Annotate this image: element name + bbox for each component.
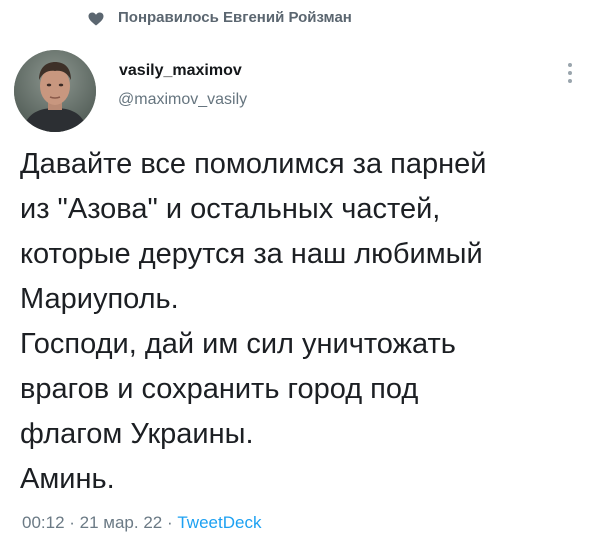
- more-options-icon[interactable]: [566, 62, 574, 84]
- tweet-time[interactable]: 00:12: [22, 513, 65, 532]
- avatar[interactable]: [14, 50, 96, 132]
- meta-separator: ·: [64, 513, 80, 532]
- tweet-line: из "Азова" и остальных частей,: [20, 193, 441, 225]
- tweet-line: Господи, дай им сил уничтожать: [20, 328, 456, 360]
- tweet-line: врагов и сохранить город под: [20, 373, 419, 405]
- meta-separator: ·: [162, 513, 178, 532]
- avatar-photo: [14, 50, 96, 132]
- tweet-line: флагом Украины.: [20, 418, 254, 450]
- tweet-text: Давайте все помолимся за парней из "Азов…: [20, 142, 590, 502]
- tweet-line: Мариуполь.: [20, 283, 179, 315]
- heart-icon: [88, 12, 104, 26]
- liked-by-text[interactable]: Понравилось Евгений Ройзман: [118, 9, 352, 26]
- user-handle[interactable]: @maximov_vasily: [118, 91, 247, 109]
- display-name[interactable]: vasily_maximov: [119, 62, 242, 80]
- tweet-line: Аминь.: [20, 463, 115, 495]
- tweet-line: которые дерутся за наш любимый: [20, 238, 483, 270]
- tweet-date[interactable]: 21 мар. 22: [80, 513, 163, 532]
- tweet-meta: 00:12 · 21 мар. 22 · TweetDeck: [22, 513, 261, 533]
- tweet-line: Давайте все помолимся за парней: [20, 148, 487, 180]
- tweet-source-link[interactable]: TweetDeck: [177, 513, 261, 532]
